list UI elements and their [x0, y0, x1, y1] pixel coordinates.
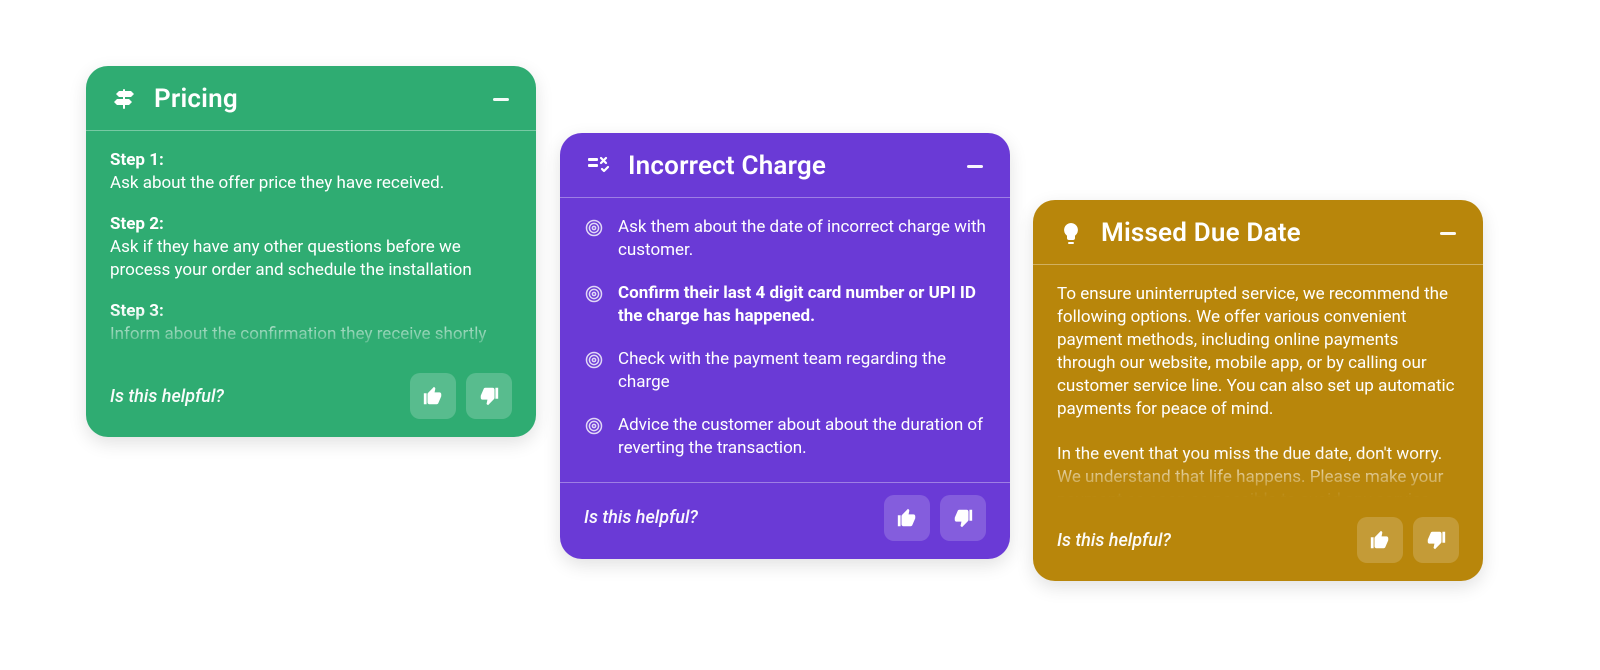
thumbs-up-button[interactable] [1357, 517, 1403, 563]
feedback-buttons [884, 495, 986, 541]
minus-icon [967, 165, 983, 168]
bullet-text: Confirm their last 4 digit card number o… [618, 282, 986, 328]
thumbs-down-icon [478, 385, 500, 407]
thumbs-down-icon [1425, 529, 1447, 551]
lightbulb-icon [1057, 219, 1085, 247]
helpful-prompt: Is this helpful? [584, 507, 884, 528]
bullet-item: Confirm their last 4 digit card number o… [584, 282, 986, 328]
bullet-text: Check with the payment team regarding th… [618, 348, 986, 394]
target-icon [584, 218, 604, 238]
thumbs-down-button[interactable] [1413, 517, 1459, 563]
feedback-buttons [1357, 517, 1459, 563]
minus-icon [493, 98, 509, 101]
step-text: Ask if they have any other questions bef… [110, 236, 512, 282]
card-header: Missed Due Date [1033, 200, 1483, 264]
target-icon [584, 416, 604, 436]
card-title: Pricing [154, 84, 490, 114]
card-title: Incorrect Charge [628, 151, 964, 181]
thumbs-up-icon [1369, 529, 1391, 551]
bullet-text: Advice the customer about about the dura… [618, 414, 986, 460]
card-body: To ensure uninterrupted service, we reco… [1033, 265, 1483, 505]
step-item: Step 2: Ask if they have any other quest… [110, 213, 512, 282]
thumbs-up-button[interactable] [410, 373, 456, 419]
thumbs-down-button[interactable] [940, 495, 986, 541]
card-footer: Is this helpful? [560, 483, 1010, 559]
checklist-icon [584, 152, 612, 180]
paragraph: In the event that you miss the due date,… [1057, 443, 1459, 505]
step-text: Inform about the confirmation they recei… [110, 323, 512, 346]
minimize-button[interactable] [490, 88, 512, 110]
card-pricing: Pricing Step 1: Ask about the offer pric… [86, 66, 536, 437]
card-body: Step 1: Ask about the offer price they h… [86, 131, 536, 361]
bullet-text: Ask them about the date of incorrect cha… [618, 216, 986, 262]
bullet-item: Check with the payment team regarding th… [584, 348, 986, 394]
card-body: Ask them about the date of incorrect cha… [560, 198, 1010, 482]
bullet-item: Advice the customer about about the dura… [584, 414, 986, 460]
bullet-item: Ask them about the date of incorrect cha… [584, 216, 986, 262]
card-header: Incorrect Charge [560, 133, 1010, 197]
step-label: Step 2: [110, 213, 512, 236]
paragraph: To ensure uninterrupted service, we reco… [1057, 283, 1459, 421]
helpful-prompt: Is this helpful? [1057, 530, 1357, 551]
stage: Pricing Step 1: Ask about the offer pric… [0, 0, 1600, 670]
target-icon [584, 350, 604, 370]
minus-icon [1440, 232, 1456, 235]
step-label: Step 1: [110, 149, 512, 172]
helpful-prompt: Is this helpful? [110, 386, 410, 407]
target-icon [584, 284, 604, 304]
minimize-button[interactable] [1437, 222, 1459, 244]
step-label: Step 3: [110, 300, 512, 323]
card-title: Missed Due Date [1101, 218, 1437, 248]
signpost-icon [110, 85, 138, 113]
thumbs-down-button[interactable] [466, 373, 512, 419]
thumbs-up-button[interactable] [884, 495, 930, 541]
card-footer: Is this helpful? [86, 361, 536, 437]
feedback-buttons [410, 373, 512, 419]
card-missed-due-date: Missed Due Date To ensure uninterrupted … [1033, 200, 1483, 581]
step-text: Ask about the offer price they have rece… [110, 172, 512, 195]
thumbs-down-icon [952, 507, 974, 529]
card-header: Pricing [86, 66, 536, 130]
minimize-button[interactable] [964, 155, 986, 177]
card-incorrect-charge: Incorrect Charge Ask them about the date… [560, 133, 1010, 559]
card-footer: Is this helpful? [1033, 505, 1483, 581]
step-item: Step 3: Inform about the confirmation th… [110, 300, 512, 346]
step-item: Step 1: Ask about the offer price they h… [110, 149, 512, 195]
thumbs-up-icon [896, 507, 918, 529]
thumbs-up-icon [422, 385, 444, 407]
